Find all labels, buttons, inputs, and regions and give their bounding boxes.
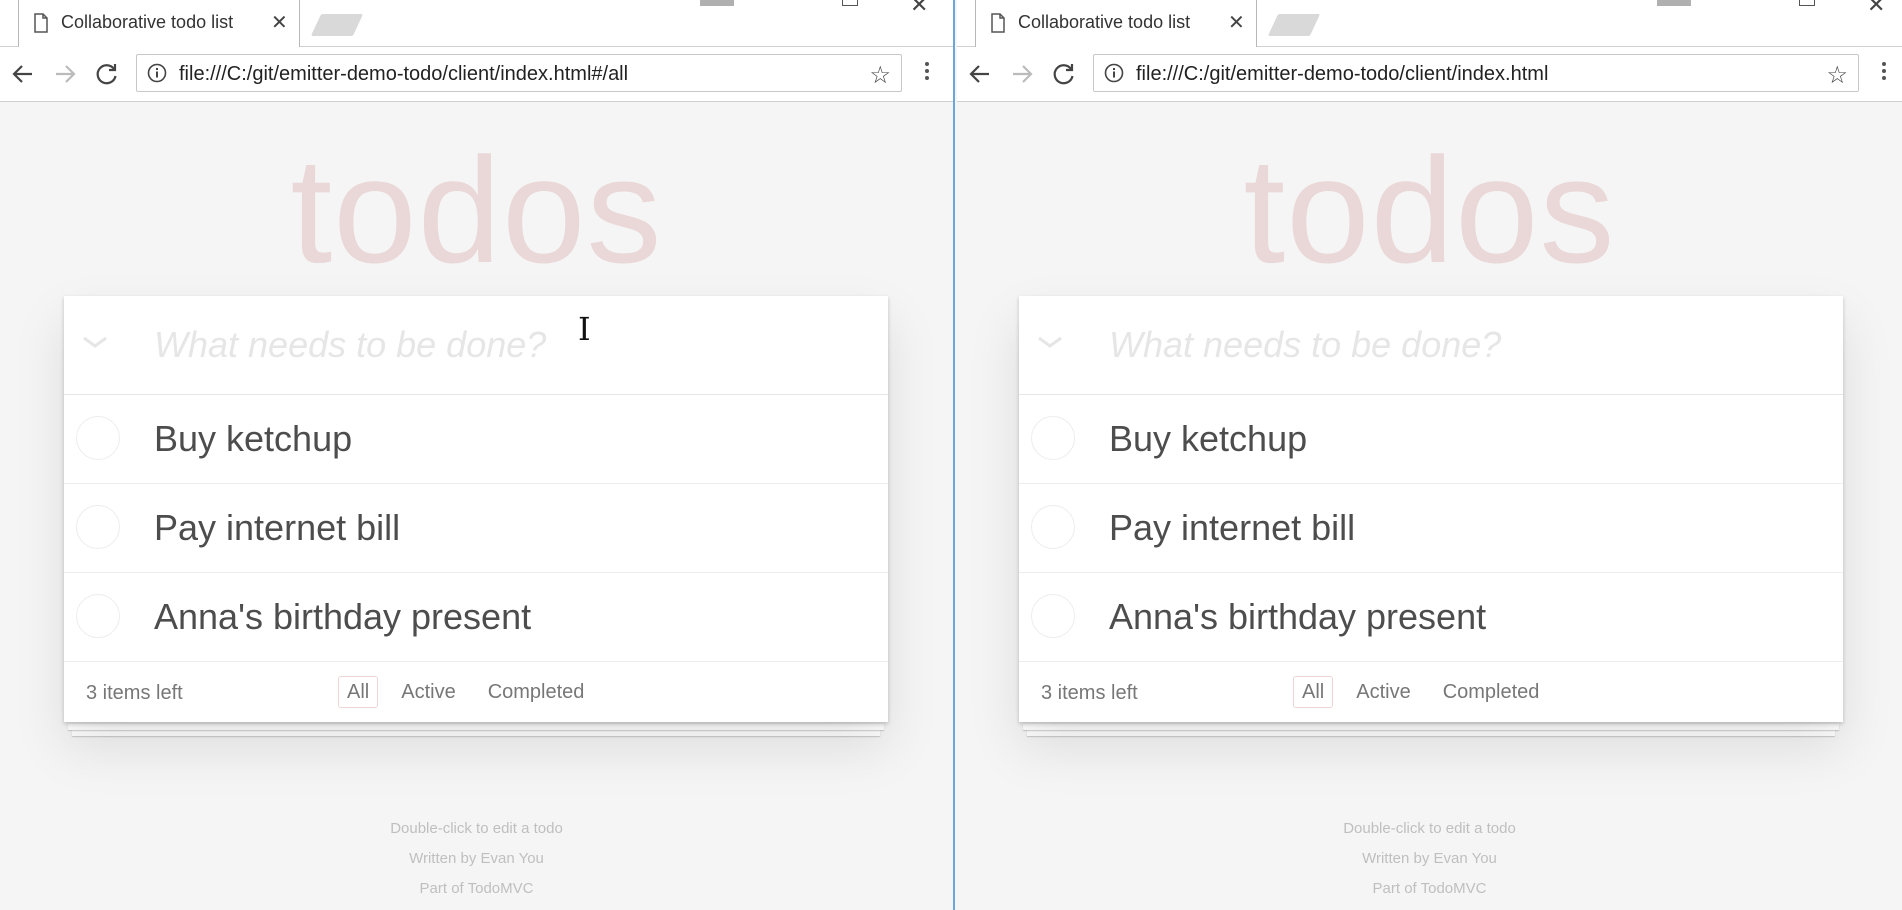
app-title: todos — [290, 126, 663, 294]
todo-checkbox[interactable] — [76, 505, 120, 549]
todo-checkbox[interactable] — [1031, 416, 1075, 460]
card-stack-shadow — [1023, 724, 1839, 730]
tab-strip: Collaborative todo list ✕ ✕ — [0, 0, 953, 47]
todo-label[interactable]: Anna's birthday present — [1109, 596, 1486, 638]
todo-item[interactable]: Pay internet bill — [64, 484, 888, 573]
todo-label[interactable]: Pay internet bill — [154, 507, 400, 549]
close-icon[interactable]: ✕ — [1228, 12, 1245, 34]
info-author: Written by Evan You — [409, 850, 544, 867]
todo-label[interactable]: Buy ketchup — [1109, 418, 1307, 460]
todo-item[interactable]: Pay internet bill — [1019, 484, 1843, 573]
window-close-icon[interactable]: ✕ — [1867, 0, 1885, 18]
forward-arrow-icon[interactable] — [52, 61, 78, 87]
todo-checkbox[interactable] — [76, 416, 120, 460]
page-icon — [990, 12, 1006, 33]
new-todo-input[interactable] — [154, 296, 854, 394]
browser-toolbar: file:///C:/git/emitter-demo-todo/client/… — [0, 47, 953, 102]
info-edit-hint: Double-click to edit a todo — [1343, 820, 1516, 837]
new-todo-row — [1019, 296, 1843, 395]
page-content: todos Buy ketchup Pay internet bill Anna… — [957, 102, 1902, 910]
forward-arrow-icon[interactable] — [1009, 61, 1035, 87]
filter-completed[interactable]: Completed — [1434, 676, 1549, 708]
app-title: todos — [1243, 126, 1616, 294]
info-edit-hint: Double-click to edit a todo — [390, 820, 563, 837]
window-close-icon[interactable]: ✕ — [910, 0, 928, 18]
tab-title: Collaborative todo list — [1018, 12, 1191, 32]
close-icon[interactable]: ✕ — [271, 12, 288, 34]
todo-checkbox[interactable] — [1031, 505, 1075, 549]
new-tab-button[interactable] — [310, 14, 364, 36]
info-todomvc-link[interactable]: Part of TodoMVC — [0, 874, 953, 904]
tab-title: Collaborative todo list — [61, 12, 234, 32]
new-todo-row — [64, 296, 888, 395]
page-icon — [33, 12, 49, 33]
items-left-count: 3 items left — [86, 682, 183, 704]
card-stack-shadow — [1027, 730, 1835, 736]
minimize-icon[interactable] — [700, 0, 734, 6]
info-icon[interactable] — [147, 63, 167, 88]
todo-app: Buy ketchup Pay internet bill Anna's bir… — [1019, 296, 1843, 722]
minimize-icon[interactable] — [1657, 0, 1691, 6]
browser-window-right: Collaborative todo list ✕ ✕ file:///C:/g… — [957, 0, 1902, 910]
filter-list: All Active Completed — [1293, 676, 1562, 708]
todo-item[interactable]: Anna's birthday present — [1019, 573, 1843, 662]
star-icon[interactable]: ☆ — [869, 61, 891, 90]
todo-item[interactable]: Anna's birthday present — [64, 573, 888, 662]
browser-toolbar: file:///C:/git/emitter-demo-todo/client/… — [957, 47, 1902, 102]
reload-icon[interactable] — [1051, 61, 1077, 87]
browser-window-left: Collaborative todo list ✕ ✕ file:///C:/g… — [0, 0, 955, 910]
maximize-icon[interactable] — [842, 0, 858, 6]
filter-all[interactable]: All — [338, 676, 379, 708]
reload-icon[interactable] — [94, 61, 120, 87]
todo-item[interactable]: Buy ketchup — [1019, 395, 1843, 484]
todo-app: Buy ketchup Pay internet bill Anna's bir… — [64, 296, 888, 722]
todo-label[interactable]: Buy ketchup — [154, 418, 352, 460]
info-footer: Double-click to edit a todo Written by E… — [957, 814, 1902, 904]
back-arrow-icon[interactable] — [10, 61, 36, 87]
todo-label[interactable]: Anna's birthday present — [154, 596, 531, 638]
url-text: file:///C:/git/emitter-demo-todo/client/… — [179, 63, 629, 85]
info-todomvc-link[interactable]: Part of TodoMVC — [957, 874, 1902, 904]
todo-footer: 3 items left All Active Completed — [1019, 662, 1843, 722]
menu-dots-icon[interactable] — [925, 59, 933, 83]
new-tab-button[interactable] — [1267, 14, 1321, 36]
info-author: Written by Evan You — [1362, 850, 1497, 867]
address-bar[interactable]: file:///C:/git/emitter-demo-todo/client/… — [1093, 54, 1859, 92]
address-bar[interactable]: file:///C:/git/emitter-demo-todo/client/… — [136, 54, 902, 92]
todo-checkbox[interactable] — [1031, 594, 1075, 638]
todo-label[interactable]: Pay internet bill — [1109, 507, 1355, 549]
info-icon[interactable] — [1104, 63, 1124, 88]
todo-item[interactable]: Buy ketchup — [64, 395, 888, 484]
filter-all[interactable]: All — [1293, 676, 1334, 708]
browser-tab[interactable]: Collaborative todo list ✕ — [975, 0, 1257, 47]
filter-list: All Active Completed — [338, 676, 607, 708]
filter-active[interactable]: Active — [1347, 676, 1419, 708]
new-todo-input[interactable] — [1109, 296, 1809, 394]
url-text: file:///C:/git/emitter-demo-todo/client/… — [1136, 63, 1549, 85]
back-arrow-icon[interactable] — [967, 61, 993, 87]
items-left-count: 3 items left — [1041, 682, 1138, 704]
star-icon[interactable]: ☆ — [1826, 61, 1848, 90]
browser-tab[interactable]: Collaborative todo list ✕ — [18, 0, 300, 47]
chevron-down-icon[interactable] — [80, 332, 110, 357]
card-stack-shadow — [68, 724, 884, 730]
todo-checkbox[interactable] — [76, 594, 120, 638]
todo-footer: 3 items left All Active Completed — [64, 662, 888, 722]
menu-dots-icon[interactable] — [1882, 59, 1890, 83]
card-stack-shadow — [72, 730, 880, 736]
tab-strip: Collaborative todo list ✕ ✕ — [957, 0, 1902, 47]
text-cursor-icon: I — [578, 310, 591, 348]
page-content: todos Buy ketchup Pay internet bill Anna… — [0, 102, 953, 910]
info-footer: Double-click to edit a todo Written by E… — [0, 814, 953, 904]
maximize-icon[interactable] — [1799, 0, 1815, 6]
chevron-down-icon[interactable] — [1035, 332, 1065, 357]
filter-active[interactable]: Active — [392, 676, 464, 708]
filter-completed[interactable]: Completed — [479, 676, 594, 708]
